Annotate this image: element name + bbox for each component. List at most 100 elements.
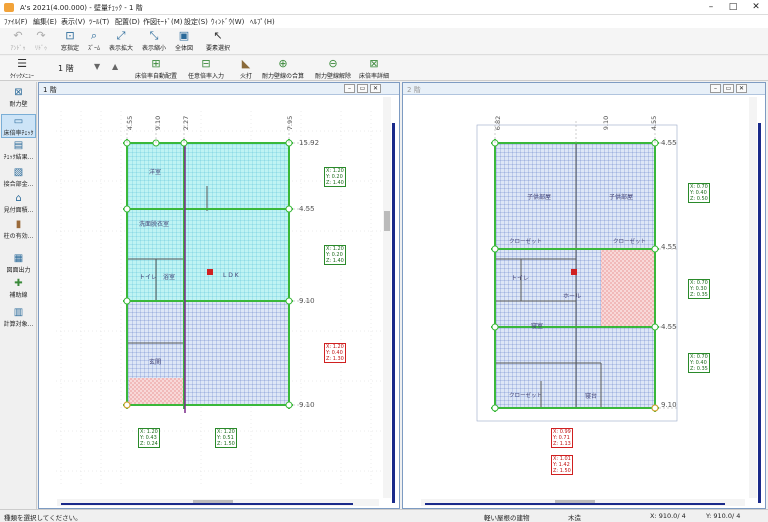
cursor-icon: ↖ bbox=[213, 29, 223, 42]
wall-total-button[interactable]: ⊕ 耐力壁線の合算 bbox=[260, 56, 306, 83]
dim-right-3: 9.10 bbox=[299, 401, 315, 409]
floor-1-restore-icon[interactable]: ▭ bbox=[357, 84, 368, 93]
status-bar: 種類を選択してください。 軽い屋根の建物 木造 X: 910.0/ 4 Y: 9… bbox=[0, 509, 768, 522]
dim-top-4: 7.95 bbox=[286, 115, 295, 131]
sidebar-item-check-result[interactable]: ▤ ﾁｪｯｸ結果... bbox=[1, 139, 36, 163]
floor-ratio-box[interactable]: X: 1.20 Y: 0.20 Z: 1.40 bbox=[324, 167, 346, 187]
floor-2-window[interactable]: 2 階 – ▭ ✕ 6.82 9.10 4.55 4.55 4.55 4.55 … bbox=[402, 82, 766, 509]
dim-right-1: 4.55 bbox=[661, 139, 677, 147]
menu-place[interactable]: 配置(D) bbox=[115, 17, 140, 27]
center-marker[interactable] bbox=[207, 269, 213, 275]
close-button[interactable]: ✕ bbox=[745, 1, 767, 13]
floor-1-window-title: 1 階 bbox=[43, 86, 57, 94]
floor-2-plan[interactable] bbox=[403, 95, 765, 499]
dim-right-4: 9.10 bbox=[661, 401, 677, 409]
floor-detail-button[interactable]: ⊠ 床倍率詳細 bbox=[356, 56, 392, 83]
floor-ratio-box[interactable]: X: 1.20 Y: 0.51 Z: 1.50 bbox=[215, 428, 237, 448]
room-label: トイレ bbox=[511, 275, 530, 282]
floor-ratio-box[interactable]: X: 0.70 Y: 0.30 Z: 0.35 bbox=[688, 279, 710, 299]
sidebar-item-floor-check[interactable]: ▭ 床倍率ﾁｪｯｸ bbox=[1, 114, 36, 138]
expand-icon: ⤢ bbox=[116, 29, 126, 42]
floor-up-arrow-icon[interactable]: ▲ bbox=[112, 62, 118, 71]
room-label: クローゼット bbox=[613, 239, 647, 245]
lintel-button[interactable]: ◣ 火打 bbox=[236, 56, 256, 83]
menu-draw-mode[interactable]: 作図ﾓｰﾄﾞ(M) bbox=[143, 17, 183, 27]
quick-menu-button[interactable]: ☰ ｸｲｯｸﾒﾆｭｰ bbox=[4, 56, 40, 83]
auto-place-button[interactable]: ⊞ 床倍率自動配置 bbox=[132, 56, 180, 83]
zoom-button[interactable]: ⌕ ｽﾞｰﾑ bbox=[84, 28, 104, 55]
menu-file[interactable]: ﾌｧｲﾙ(F) bbox=[4, 17, 28, 27]
full-view-button[interactable]: ▣ 全体図 bbox=[172, 28, 196, 55]
lintel-icon: ◣ bbox=[241, 57, 251, 70]
undo-icon: ↶ bbox=[13, 29, 23, 42]
full-view-icon: ▣ bbox=[178, 29, 190, 42]
floor-ratio-box[interactable]: X: 1.20 Y: 0.20 Z: 1.40 bbox=[324, 245, 346, 265]
sidebar-item-guide-line[interactable]: ✚ 補助線 bbox=[1, 277, 36, 301]
floor-ratio-box[interactable]: X: 1.20 Y: 0.40 Z: 1.30 bbox=[324, 343, 346, 363]
floor-selector[interactable]: 1 階 bbox=[58, 63, 74, 74]
floor-ratio-box[interactable]: X: 0.70 Y: 0.40 Z: 0.50 bbox=[688, 183, 710, 203]
menu-settings[interactable]: 設定(S) bbox=[184, 17, 208, 27]
dim-right-0: 15.92 bbox=[299, 139, 320, 147]
floor-2-vertical-scrollbar[interactable] bbox=[749, 97, 757, 498]
drawing-output-icon: ▦ bbox=[13, 253, 24, 264]
floor-1-minimize-icon[interactable]: – bbox=[344, 84, 355, 93]
floor-2-nav-bar bbox=[758, 123, 761, 503]
menu-tools[interactable]: ﾂｰﾙ(T) bbox=[89, 17, 109, 27]
floor-1-vertical-scrollbar[interactable] bbox=[383, 97, 391, 498]
wall-release-button[interactable]: ⊖ 耐力壁線解除 bbox=[310, 56, 356, 83]
floor-ratio-box[interactable]: X: 0.70 Y: 0.40 Z: 0.35 bbox=[688, 353, 710, 373]
dim-top-3: 2.27 bbox=[182, 115, 191, 131]
window-zoom-icon: ⊡ bbox=[65, 29, 75, 42]
scroll-thumb[interactable] bbox=[384, 211, 390, 231]
room-label: 子供部屋 bbox=[527, 194, 552, 201]
calc-target-icon: ▥ bbox=[13, 307, 24, 318]
menu-edit[interactable]: 編集(E) bbox=[33, 17, 57, 27]
sidebar-item-facade-area[interactable]: ⌂ 見付面積... bbox=[1, 192, 36, 216]
entry-red-zone bbox=[129, 378, 184, 405]
minimize-button[interactable]: – bbox=[700, 1, 722, 13]
floor-2-close-icon[interactable]: ✕ bbox=[736, 84, 747, 93]
floor-down-arrow-icon[interactable]: ▼ bbox=[94, 62, 100, 71]
center-marker[interactable] bbox=[571, 269, 577, 275]
floor-1-window-titlebar: 1 階 – ▭ ✕ bbox=[39, 83, 399, 95]
room-label: 寝台 bbox=[585, 393, 598, 400]
sidebar-item-bearing-wall[interactable]: ⊠ 耐力壁 bbox=[1, 86, 36, 110]
window-specify-button[interactable]: ⊡ 窓指定 bbox=[58, 28, 82, 55]
room-label: 洗面脱衣室 bbox=[139, 221, 170, 228]
guide-line-icon: ✚ bbox=[14, 278, 23, 289]
menu-view[interactable]: 表示(V) bbox=[61, 17, 85, 27]
magnifier-icon: ⌕ bbox=[90, 29, 98, 42]
menu-help[interactable]: ﾍﾙﾌﾟ(H) bbox=[250, 17, 275, 27]
zoom-out-button[interactable]: ⤡ 表示縮小 bbox=[139, 28, 169, 55]
dim-top-2: 9.10 bbox=[154, 115, 163, 131]
floor-1-window[interactable]: 1 階 – ▭ ✕ 4.55 9.10 2.27 7.95 15.92 4.55… bbox=[38, 82, 400, 509]
sidebar-item-column[interactable]: ▮ 柱の有効... bbox=[1, 218, 36, 242]
sidebar-item-drawing-output[interactable]: ▦ 図面出力 bbox=[1, 252, 36, 276]
sidebar-item-calc-target[interactable]: ▥ 計算対象... bbox=[1, 306, 36, 330]
menu-window[interactable]: ｳｨﾝﾄﾞｳ(W) bbox=[211, 17, 244, 27]
floor-2-restore-icon[interactable]: ▭ bbox=[723, 84, 734, 93]
element-select-button[interactable]: ↖ 要素選択 bbox=[203, 28, 233, 55]
floor-check-icon: ▭ bbox=[13, 116, 24, 127]
zoom-in-button[interactable]: ⤢ 表示拡大 bbox=[106, 28, 136, 55]
floor-1-close-icon[interactable]: ✕ bbox=[370, 84, 381, 93]
wall-x-icon: ⊠ bbox=[14, 87, 23, 98]
redo-button[interactable]: ↷ ﾘﾄﾞｩ bbox=[30, 28, 52, 55]
maximize-button[interactable]: □ bbox=[722, 1, 744, 13]
dim-right-2: 9.10 bbox=[299, 297, 315, 305]
room-label: 寝室 bbox=[531, 323, 544, 330]
status-x-coord: X: 910.0/ 4 bbox=[650, 512, 686, 520]
wall-total-icon: ⊕ bbox=[278, 57, 288, 70]
floor-ratio-box[interactable]: X: 1.20 Y: 0.43 Z: 0.24 bbox=[138, 428, 160, 448]
floor-2-minimize-icon[interactable]: – bbox=[710, 84, 721, 93]
undo-button[interactable]: ↶ ｱﾝﾄﾞｩ bbox=[6, 28, 30, 55]
tool-sidebar: ⊠ 耐力壁 ▭ 床倍率ﾁｪｯｸ ▤ ﾁｪｯｸ結果... ▧ 接合部金... ⌂ 見付面積.… bbox=[0, 82, 37, 509]
room-label: クローゼット bbox=[509, 393, 543, 399]
floor-ratio-box[interactable]: X: 0.99 Y: 0.71 Z: 1.13 bbox=[551, 428, 573, 448]
floor-ratio-box[interactable]: X: 1.01 Y: 1.42 Z: 1.50 bbox=[551, 455, 573, 475]
arbitrary-input-button[interactable]: ⊟ 任意倍率入力 bbox=[184, 56, 228, 83]
sidebar-item-joint[interactable]: ▧ 接合部金... bbox=[1, 166, 36, 190]
dim-top-1: 4.55 bbox=[126, 115, 135, 131]
floor-detail-icon: ⊠ bbox=[369, 57, 379, 70]
